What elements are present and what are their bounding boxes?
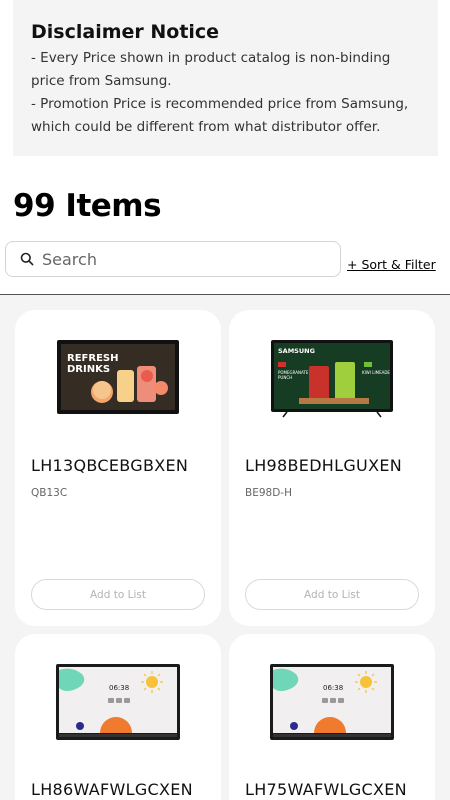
screen-text: DRINKS	[67, 364, 110, 375]
disclaimer-line: - Promotion Price is recommended price f…	[31, 96, 409, 112]
disclaimer-line: which could be different from what distr…	[31, 119, 381, 135]
product-subtitle: BE98D-H	[245, 487, 292, 499]
sort-filter-link[interactable]: + Sort & Filter	[347, 257, 436, 272]
product-image: REFRESH DRINKS	[15, 340, 221, 414]
product-image: SAMSUNG POMEGRANATE PUNCH KIWI LIMEADE	[229, 340, 435, 418]
product-card[interactable]: SAMSUNG POMEGRANATE PUNCH KIWI LIMEADE L…	[229, 310, 435, 626]
screen-text: REFRESH	[67, 353, 118, 364]
disclaimer-line: price from Samsung.	[31, 73, 172, 89]
screen-text: KIWI LIMEADE	[362, 370, 390, 375]
search-input[interactable]	[42, 249, 322, 269]
screen-text: 06:38	[109, 684, 129, 692]
product-card[interactable]: 06:38 LH75WAFWLGCXEN	[229, 634, 435, 800]
product-model: LH86WAFWLGCXEN	[31, 780, 193, 799]
product-image: 06:38	[15, 664, 221, 740]
disclaimer-notice: Disclaimer Notice - Every Price shown in…	[13, 0, 438, 156]
product-card[interactable]: 06:38 LH86WAFWLGCXEN	[15, 634, 221, 800]
screen-text: PUNCH	[278, 375, 292, 380]
product-image: 06:38	[229, 664, 435, 740]
product-model: LH98BEDHLGUXEN	[245, 456, 403, 475]
product-model: LH75WAFWLGCXEN	[245, 780, 407, 799]
disclaimer-title: Disclaimer Notice	[31, 21, 220, 43]
items-count: 99 Items	[13, 188, 162, 224]
disclaimer-line: - Every Price shown in product catalog i…	[31, 50, 391, 66]
add-to-list-button[interactable]: Add to List	[31, 579, 205, 610]
add-to-list-button[interactable]: Add to List	[245, 579, 419, 610]
product-card[interactable]: REFRESH DRINKS LH13QBCEBGBXEN QB13C Add …	[15, 310, 221, 626]
screen-text: 06:38	[323, 684, 343, 692]
search-box[interactable]	[5, 241, 341, 277]
product-subtitle: QB13C	[31, 487, 68, 499]
screen-text: SAMSUNG	[278, 347, 315, 355]
search-icon	[20, 252, 34, 266]
product-model: LH13QBCEBGBXEN	[31, 456, 189, 475]
